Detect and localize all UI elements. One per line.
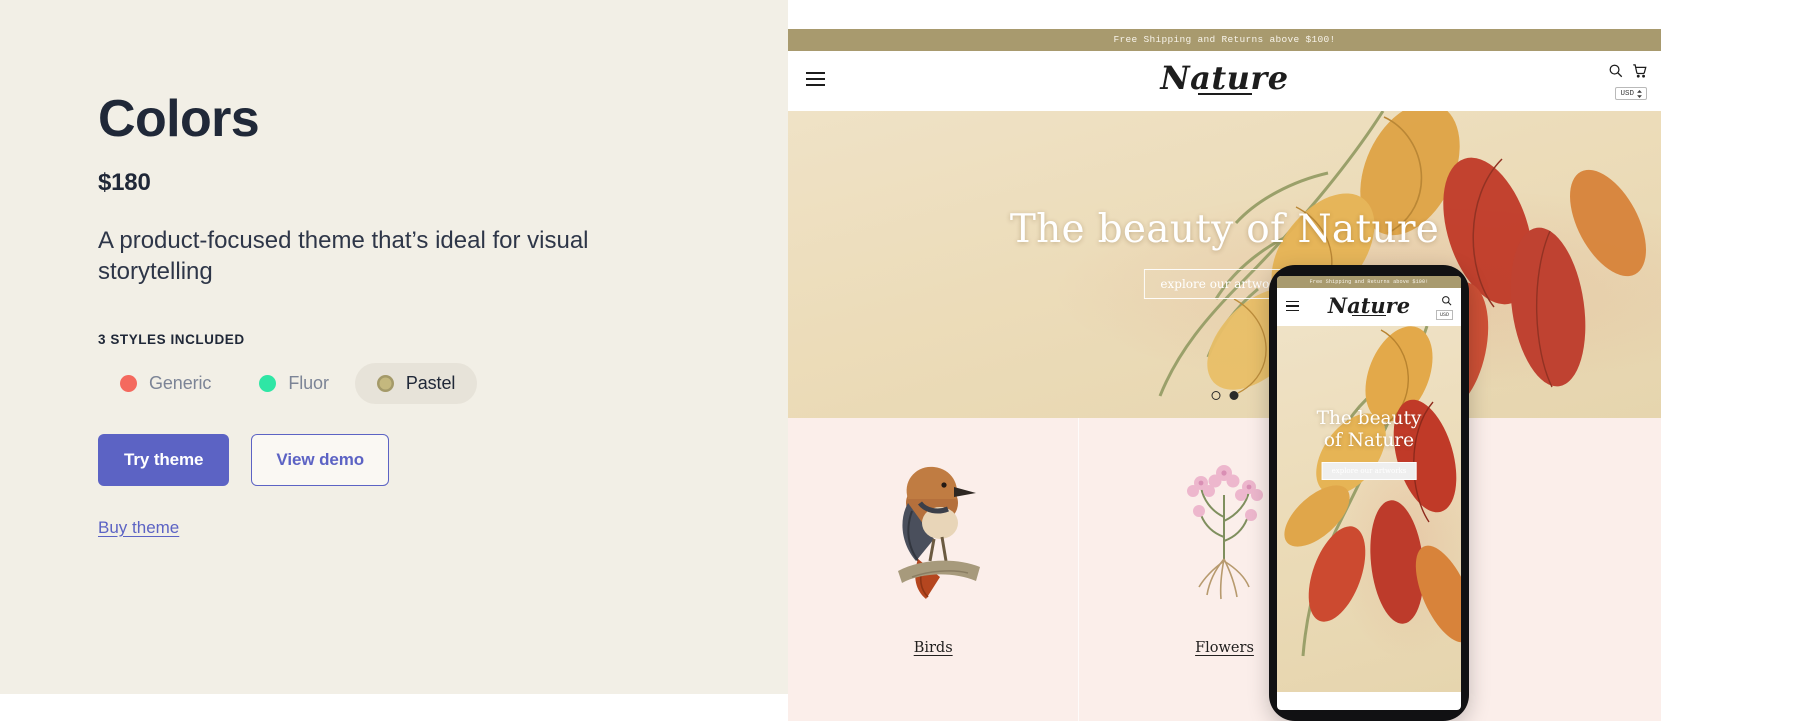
store-header: Nature USD bbox=[788, 51, 1661, 111]
theme-info-panel: Colors $180 A product-focused theme that… bbox=[0, 0, 788, 694]
collections-grid: Birds Flowers bbox=[788, 418, 1661, 721]
theme-actions: Try theme View demo bbox=[98, 433, 718, 486]
style-option-generic[interactable]: Generic bbox=[98, 363, 233, 404]
botanical-illustration bbox=[1158, 111, 1646, 412]
style-color-dot-generic bbox=[120, 374, 137, 392]
mobile-preview-screen: Free Shipping and Returns above $100! Na… bbox=[1277, 276, 1461, 710]
collection-card-birds[interactable]: Birds bbox=[788, 418, 1080, 721]
hero-title: The beauty of Nature bbox=[1009, 207, 1440, 252]
chevron-updown-icon bbox=[1637, 89, 1642, 98]
mobile-announcement-bar: Free Shipping and Returns above $100! bbox=[1277, 276, 1461, 288]
mobile-search-icon[interactable] bbox=[1441, 295, 1452, 306]
theme-tagline: A product-focused theme that’s ideal for… bbox=[98, 226, 589, 286]
hero-banner: The beauty of Nature explore our artwork… bbox=[788, 111, 1661, 418]
store-logo-text: Nature bbox=[1160, 59, 1289, 97]
mobile-store-header: Nature USD bbox=[1277, 288, 1461, 326]
theme-price: $180 bbox=[98, 168, 151, 196]
mobile-store-logo[interactable]: Nature bbox=[1277, 293, 1461, 318]
cart-icon[interactable] bbox=[1632, 63, 1647, 78]
currency-value: USD bbox=[1620, 89, 1634, 98]
style-option-fluor[interactable]: Fluor bbox=[237, 363, 351, 404]
style-color-dot-pastel bbox=[376, 374, 394, 392]
carousel-dots bbox=[1211, 391, 1238, 400]
store-logo[interactable]: Nature bbox=[788, 59, 1661, 97]
style-selector: Generic Fluor Pastel bbox=[98, 362, 718, 404]
style-label-fluor: Fluor bbox=[288, 372, 329, 393]
carousel-dot-1[interactable] bbox=[1211, 391, 1220, 400]
mobile-currency-value: USD bbox=[1439, 312, 1449, 318]
mobile-hero-title: The beauty of Nature bbox=[1277, 408, 1461, 452]
bird-illustration bbox=[868, 434, 998, 618]
buy-theme-link[interactable]: Buy theme bbox=[98, 518, 179, 538]
styles-included-label: 3 STYLES INCLUDED bbox=[98, 331, 245, 347]
mobile-hero-title-line1: The beauty bbox=[1316, 408, 1422, 429]
view-demo-button[interactable]: View demo bbox=[251, 433, 390, 486]
style-option-pastel[interactable]: Pastel bbox=[354, 362, 478, 404]
header-icon-group bbox=[1608, 63, 1647, 78]
mobile-preview-device[interactable]: Free Shipping and Returns above $100! Na… bbox=[1269, 265, 1469, 721]
mobile-hero-title-line2: of Nature bbox=[1323, 429, 1415, 451]
collection-label-birds[interactable]: Birds bbox=[914, 640, 953, 656]
style-label-generic: Generic bbox=[149, 372, 212, 393]
theme-preview-area: Free Shipping and Returns above $100! Na… bbox=[788, 0, 1797, 721]
desktop-preview[interactable]: Free Shipping and Returns above $100! Na… bbox=[788, 29, 1661, 721]
style-label-pastel: Pastel bbox=[405, 372, 456, 393]
theme-details: Colors $180 A product-focused theme that… bbox=[98, 92, 718, 538]
announcement-bar: Free Shipping and Returns above $100! bbox=[788, 29, 1661, 51]
search-icon[interactable] bbox=[1608, 63, 1623, 78]
mobile-hero-cta-button[interactable]: explore our artworks bbox=[1321, 462, 1417, 480]
mobile-hero-banner: The beauty of Nature explore our artwork… bbox=[1277, 326, 1461, 692]
mobile-botanical-illustration bbox=[1284, 326, 1461, 657]
collection-label-flowers[interactable]: Flowers bbox=[1195, 640, 1254, 656]
panel-fade-overlay bbox=[0, 614, 788, 694]
page-title: Colors bbox=[98, 90, 260, 148]
mobile-store-logo-text: Nature bbox=[1327, 293, 1411, 318]
carousel-dot-2[interactable] bbox=[1229, 391, 1238, 400]
currency-selector[interactable]: USD bbox=[1615, 87, 1647, 100]
mobile-currency-selector[interactable]: USD bbox=[1435, 310, 1453, 320]
style-color-dot-fluor bbox=[259, 374, 277, 392]
try-theme-button[interactable]: Try theme bbox=[98, 433, 230, 486]
